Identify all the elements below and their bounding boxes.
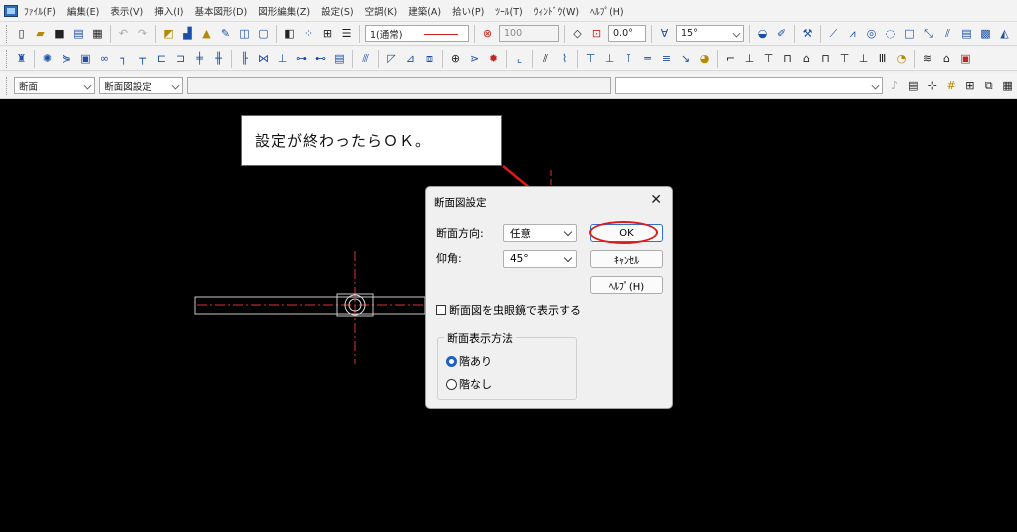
display-method-group: 断面表示方法 階あり 階なし — [437, 330, 577, 400]
dialog-title: 断面図設定 — [434, 197, 487, 209]
close-icon[interactable]: ✕ — [650, 192, 662, 208]
radio-with-floor-button[interactable] — [446, 355, 457, 367]
radio-without-floor-button[interactable] — [446, 378, 457, 390]
chevron-down-icon — [563, 253, 573, 263]
direction-label: 断面方向: — [436, 227, 484, 240]
help-button[interactable]: ﾍﾙﾌﾟ(H) — [590, 276, 663, 294]
section-settings-dialog: 断面図設定 ✕ 断面方向: 任意 仰角: 45° OK ｷｬﾝｾﾙ ﾍﾙﾌﾟ(H… — [425, 186, 673, 409]
instruction-callout: 設定が終わったらＯＫ。 — [241, 115, 502, 166]
display-method-label: 断面表示方法 — [444, 330, 516, 346]
cancel-button[interactable]: ｷｬﾝｾﾙ — [590, 250, 663, 268]
direction-select[interactable]: 任意 — [503, 224, 577, 242]
radio-with-floor[interactable]: 階あり — [446, 353, 492, 369]
elevation-select[interactable]: 45° — [503, 250, 577, 268]
chevron-down-icon — [563, 227, 573, 237]
magnifier-option[interactable]: 断面図を虫眼鏡で表示する — [436, 302, 581, 318]
elevation-label: 仰角: — [436, 252, 462, 265]
ok-highlight-ellipse — [589, 221, 658, 244]
magnifier-checkbox[interactable] — [436, 305, 446, 315]
magnifier-label: 断面図を虫眼鏡で表示する — [449, 304, 581, 317]
radio-without-floor[interactable]: 階なし — [446, 376, 492, 392]
